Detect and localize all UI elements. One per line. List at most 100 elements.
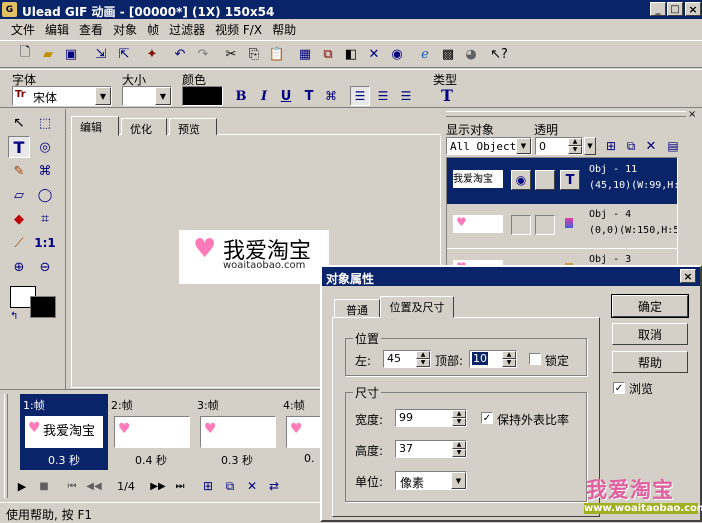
chevron-down-icon[interactable]: ▼ [451,472,466,489]
object-properties-icon[interactable]: ▤ [664,137,682,155]
stamp-icon[interactable]: ◧ [340,43,362,65]
italic-icon[interactable]: I [255,86,273,106]
tab-general[interactable]: 普通 [334,299,380,317]
canvas-image[interactable]: ♥ 我爱淘宝 woaitaobao.com [179,230,329,284]
menu-edit[interactable]: 编辑 [40,21,74,38]
spin-down-icon[interactable]: ▼ [502,359,516,367]
select-rect-icon[interactable]: ⬚ [34,112,56,134]
unit-select[interactable]: 像素 ▼ [395,471,467,490]
share-icon[interactable]: ◕ [460,43,482,65]
tween-icon[interactable]: ⇄ [264,475,284,497]
menu-video-fx[interactable]: 视频 F/X [210,21,267,38]
paste-icon[interactable]: 📋 [266,43,288,65]
spin-up-icon[interactable]: ▲ [452,441,466,449]
tab-position-size[interactable]: 位置及尺寸 [380,296,454,318]
spin-up-icon[interactable]: ▲ [416,351,430,359]
show-objects-select[interactable]: All Objects ▼ [446,137,532,155]
optimize-icon[interactable]: ⧉ [317,43,339,65]
color-swatch[interactable] [182,86,223,106]
menu-help[interactable]: 帮助 [267,21,301,38]
fill-bucket-icon[interactable]: ◆ [8,208,30,230]
tab-edit[interactable]: 编辑 [71,116,119,136]
frame-item[interactable]: 2:帧 ♥ 0.4 秒 [108,394,194,470]
panel-grip[interactable] [446,111,686,117]
play-icon[interactable]: ▶ [12,475,32,497]
chevron-down-icon[interactable]: ▼ [516,138,531,154]
text-tool-icon[interactable]: T [8,136,30,158]
zoom-out-icon[interactable]: ⊖ [34,256,56,278]
delete-object-icon[interactable]: ✕ [642,137,660,155]
save-icon[interactable]: ▣ [60,43,82,65]
font-select[interactable]: Tr 宋体 ▼ [12,86,112,106]
swap-colors-icon[interactable]: ↰ [10,311,18,322]
align-center-icon[interactable]: ☰ [373,86,393,106]
chevron-down-icon[interactable]: ▼ [95,87,111,105]
eye-icon[interactable]: ◉ [511,170,531,190]
width-input[interactable]: 99 ▲ ▼ [395,409,467,427]
ellipse-select-icon[interactable]: ◎ [34,136,56,158]
stop-icon[interactable]: ■ [34,475,54,497]
text-type-icon[interactable]: T [437,84,457,106]
next-frame-icon[interactable]: ▶▶ [148,475,168,497]
spin-up-icon[interactable]: ▲ [568,138,582,146]
duplicate-object-icon[interactable]: ⧉ [622,137,640,155]
last-frame-icon[interactable]: ⏭ [170,475,190,497]
dialog-title-bar[interactable]: 对象属性 × [322,267,700,286]
foreground-color-swatch[interactable] [30,296,56,318]
copy-icon[interactable]: ⎘ [243,43,265,65]
menu-filter[interactable]: 过滤器 [164,21,210,38]
close-button[interactable]: × [685,2,701,16]
spin-up-icon[interactable]: ▲ [452,410,466,418]
eraser-icon[interactable]: ▱ [8,184,30,206]
open-folder-icon[interactable]: ▰ [37,43,59,65]
spin-down-icon[interactable]: ▼ [452,449,466,457]
minimize-button[interactable]: _ [650,2,666,16]
menu-view[interactable]: 查看 [74,21,108,38]
opacity-input[interactable]: 0 ▲ ▼ [535,137,583,155]
size-select[interactable]: ▼ [122,86,172,106]
undo-icon[interactable]: ↶ [169,43,191,65]
eyedropper-icon[interactable]: ⟋ [8,232,30,254]
magic-lasso-icon[interactable]: ◯ [34,184,56,206]
spin-down-icon[interactable]: ▼ [416,359,430,367]
spin-down-icon[interactable]: ▼ [568,146,582,154]
lock-checkbox[interactable] [529,353,541,365]
cancel-button[interactable]: 取消 [612,323,688,345]
maximize-button[interactable]: □ [667,2,683,16]
dialog-close-button[interactable]: × [680,269,696,283]
spin-up-icon[interactable]: ▲ [502,351,516,359]
height-input[interactable]: 37 ▲ ▼ [395,440,467,458]
zoom-in-icon[interactable]: ⊕ [8,256,30,278]
app-icon[interactable]: G [2,2,17,17]
new-file-icon[interactable]: 🗋 [14,43,36,65]
delete-frame-icon[interactable]: ✕ [242,475,262,497]
object-row-selected[interactable]: 我爱淘宝 ◉ T Obj - 11 (45,10)(W:99,H: [447,158,677,204]
frame-properties-icon[interactable]: ▦ [294,43,316,65]
menu-frame[interactable]: 帧 [142,21,164,38]
eye-toggle[interactable] [511,215,531,235]
first-frame-icon[interactable]: ⏮ [62,475,82,497]
frame-panel-grip[interactable] [4,394,8,498]
brush-icon[interactable]: ✎ [8,160,30,182]
crop-icon[interactable]: ⌗ [34,208,56,230]
left-input[interactable]: 45 ▲ ▼ [383,350,431,368]
lock-toggle[interactable] [535,170,555,190]
add-frame-icon[interactable]: ⊞ [198,475,218,497]
prev-frame-icon[interactable]: ◀◀ [84,475,104,497]
redo-icon[interactable]: ↷ [192,43,214,65]
frame-item-selected[interactable]: 1:帧 ♥ 我爱淘宝 0.3 秒 [20,394,108,470]
object-row[interactable]: ♥ Obj - 4 (0,0)(W:150,H:5 [447,205,677,249]
wizard-icon[interactable]: ✦ [141,43,163,65]
tab-preview[interactable]: 预览 [169,118,217,136]
frame-delay[interactable]: 0.4 秒 [108,452,194,468]
keep-ratio-checkbox[interactable]: ✓ [481,412,493,424]
cut-icon[interactable]: ✂ [220,43,242,65]
menu-file[interactable]: 文件 [6,21,40,38]
duplicate-frame-icon[interactable]: ⧉ [220,475,240,497]
frame-delay[interactable]: 0.3 秒 [194,452,280,468]
preview-icon[interactable]: ◉ [386,43,408,65]
underline-icon[interactable]: U [277,86,295,106]
frame-delay[interactable]: 0.3 秒 [20,452,108,468]
lock-toggle[interactable] [535,215,555,235]
spin-down-icon[interactable]: ▼ [452,418,466,426]
